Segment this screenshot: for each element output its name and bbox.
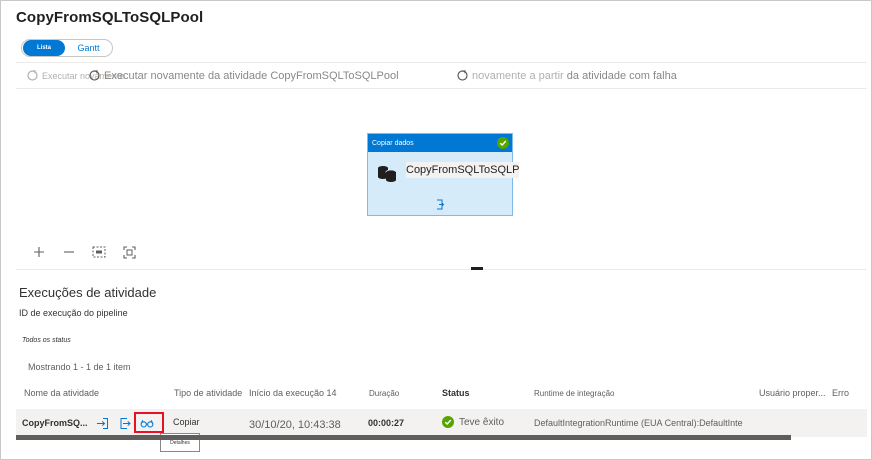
page-title: CopyFromSQLToSQLPool [16,9,204,26]
toolbar: Executar novamente Executar novamente da… [16,62,867,89]
col-user-properties[interactable]: Usuário proper... [759,388,826,398]
rerun-activity-icon [89,70,100,81]
row-run-start: 30/10/20, 10:43:38 [249,419,341,431]
rerun-icon [27,70,38,81]
view-toggle[interactable]: Lista Gantt [21,39,113,57]
input-icon[interactable] [95,416,109,430]
rerun-from-activity-button[interactable]: Executar novamente da atividade CopyFrom… [88,69,399,82]
toggle-gantt[interactable]: Gantt [65,43,112,53]
copy-activity-card[interactable]: Copiar dados CopyFromSQLToSQLPool [367,133,519,216]
col-activity-type[interactable]: Tipo de atividade [174,388,242,398]
col-duration[interactable]: Duração [369,389,399,398]
details-highlight [134,412,164,433]
card-body: CopyFromSQLToSQLPool [368,152,519,216]
col-status[interactable]: Status [442,388,470,398]
pane-divider [16,269,867,270]
status-filter[interactable]: Todos os status [22,337,71,344]
row-activity-type: Copiar [173,417,200,427]
row-duration: 00:00:27 [368,418,405,428]
rerun-failed-label-b: da atividade com falha [566,69,677,82]
col-integration-runtime[interactable]: Runtime de integração [534,389,615,398]
rerun-from-failed-button[interactable]: novamente a partir da atividade com falh… [456,69,677,82]
pane-resize-handle[interactable] [471,267,483,270]
database-icon [378,166,397,182]
row-integration-runtime: DefaultIntegrationRuntime (EUA Central):… [534,418,743,428]
rerun-failed-icon [457,70,468,81]
rerun-failed-label-a: novamente a partir [472,69,564,82]
row-status-label: Teve êxito [459,416,505,428]
row-activity-name[interactable]: CopyFromSQ... [22,418,88,428]
success-check-icon [497,137,509,149]
rerun-activity-label: Executar novamente da atividade CopyFrom… [104,69,399,82]
activity-runs-title: Execuções de atividade [19,285,157,300]
row-status: Teve êxito [442,416,504,428]
pipeline-run-id-label: ID de execução do pipeline [19,308,128,318]
pipeline-monitor-window: CopyFromSQLToSQLPool Lista Gantt Executa… [0,0,872,460]
card-header-label: Copiar dados [372,139,414,147]
toggle-list[interactable]: Lista [23,40,65,56]
col-activity-name[interactable]: Nome da atividade [24,388,99,398]
zoom-100-icon[interactable] [92,245,106,259]
output-icon[interactable] [435,199,445,210]
card-header: Copiar dados [368,134,512,152]
table-header: Nome da atividade Tipo de atividade Iníc… [16,384,867,406]
fit-to-screen-icon[interactable] [122,245,136,259]
item-count: Mostrando 1 - 1 de 1 item [28,362,131,372]
col-run-start[interactable]: Início da execução 14 [249,388,337,398]
canvas-controls [32,245,152,259]
card-activity-name: CopyFromSQLToSQLPool [406,162,519,178]
status-filter-label: Todos os status [22,337,71,344]
success-check-icon [442,416,454,428]
horizontal-scrollbar[interactable] [16,435,791,440]
output-icon[interactable] [117,416,131,430]
col-error[interactable]: Erro [832,388,849,398]
zoom-out-icon[interactable] [62,245,76,259]
zoom-in-icon[interactable] [32,245,46,259]
